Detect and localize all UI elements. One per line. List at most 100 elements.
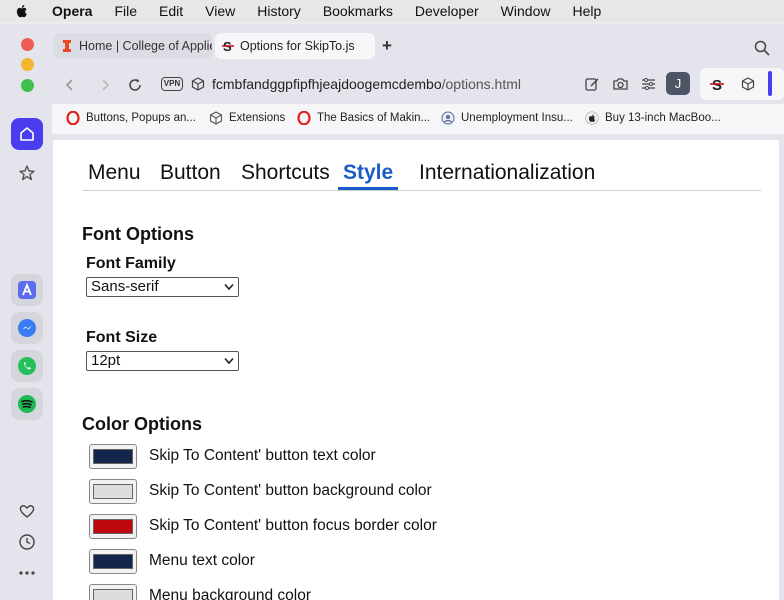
messenger-icon (18, 319, 36, 337)
pinboard-sidebar-button[interactable] (11, 157, 43, 189)
star-outline-icon (19, 165, 35, 181)
skipto-favicon-icon: S (222, 39, 234, 53)
aria-sidebar-button[interactable] (11, 274, 43, 306)
tab-button[interactable]: Button (155, 160, 226, 190)
bookmark-item[interactable]: Extensions (209, 111, 285, 125)
color-picker-button[interactable] (89, 583, 137, 600)
opera-icon (297, 111, 311, 125)
tab-strip: Home | College of Applie S Options for S… (52, 30, 784, 60)
extensions-tray: S (700, 68, 784, 100)
spotify-icon (18, 395, 36, 413)
zoom-window-button[interactable] (21, 79, 34, 92)
address-toolbar: VPN fcmbfandggpfipfhjeajdoogemcdembo/opt… (52, 68, 784, 102)
font-family-value: Sans-serif (91, 278, 159, 295)
bookmark-item[interactable]: Buttons, Popups an... (66, 111, 196, 125)
sidebar-toggle-indicator[interactable] (768, 71, 772, 96)
color-picker-button[interactable] (89, 478, 137, 504)
skipto-extension-icon[interactable]: S (709, 76, 725, 92)
chevron-right-icon (102, 79, 110, 91)
whatsapp-sidebar-button[interactable] (11, 350, 43, 382)
bookmark-item[interactable]: Unemployment Insu... (441, 111, 573, 125)
bookmark-label: Buttons, Popups an... (86, 112, 196, 124)
options-page: Menu Button Shortcuts Style Internationa… (53, 140, 779, 600)
heart-icon (19, 505, 35, 518)
easy-setup-icon[interactable] (641, 77, 656, 91)
bookmark-item[interactable]: Buy 13-inch MacBoo... (585, 111, 721, 125)
color-picker-button[interactable] (89, 548, 137, 574)
bookmark-label: Extensions (229, 112, 286, 124)
vpn-badge[interactable]: VPN (161, 77, 183, 91)
ellipsis-icon (19, 571, 35, 575)
color-option-label: Skip To Content' button focus border col… (149, 517, 437, 534)
color-swatch (93, 588, 133, 600)
menu-help[interactable]: Help (572, 3, 601, 19)
color-picker-button[interactable] (89, 513, 137, 539)
color-swatch (93, 553, 133, 569)
back-button[interactable] (60, 75, 80, 95)
menu-developer[interactable]: Developer (415, 3, 479, 19)
extensions-cube-icon[interactable] (741, 77, 755, 91)
chevron-down-icon (224, 357, 234, 365)
illinois-favicon-icon (63, 40, 71, 52)
menu-window[interactable]: Window (501, 3, 551, 19)
menu-app-name[interactable]: Opera (52, 3, 92, 19)
tab-skipto-options[interactable]: S Options for SkipTo.js (215, 33, 375, 59)
color-option-label: Skip To Content' button text color (149, 447, 376, 464)
extension-cube-icon[interactable] (191, 77, 205, 91)
bookmark-label: Unemployment Insu... (461, 112, 573, 124)
cube-icon (209, 111, 223, 125)
tab-shortcuts[interactable]: Shortcuts (236, 160, 335, 190)
bookmark-label: The Basics of Makin... (317, 112, 431, 124)
bookmark-item[interactable]: The Basics of Makin... (297, 111, 430, 125)
address-bar[interactable]: fcmbfandggpfipfhjeajdoogemcdembo/options… (212, 76, 521, 92)
opera-icon (66, 111, 80, 125)
home-sidebar-button[interactable] (11, 118, 43, 150)
font-options-heading: Font Options (82, 224, 194, 244)
font-size-label: Font Size (86, 329, 158, 346)
gov-seal-icon (441, 111, 455, 125)
browser-window: Home | College of Applie S Options for S… (0, 24, 784, 600)
apple-icon (585, 111, 599, 125)
color-swatch (93, 518, 133, 534)
edit-page-icon[interactable] (584, 76, 600, 92)
whatsapp-icon (18, 357, 36, 375)
tab-menu[interactable]: Menu (83, 160, 146, 190)
opera-sidebar (0, 24, 52, 600)
menu-view[interactable]: View (205, 3, 235, 19)
chevron-down-icon (224, 283, 234, 291)
tab-internationalization[interactable]: Internationalization (414, 160, 600, 190)
messenger-sidebar-button[interactable] (11, 312, 43, 344)
reload-button[interactable] (125, 75, 145, 95)
tab-style[interactable]: Style (338, 160, 399, 190)
bookmark-label: Buy 13-inch MacBoo... (605, 112, 721, 124)
color-option-row: Menu background color (89, 583, 311, 600)
clock-icon (19, 534, 35, 550)
home-icon (20, 127, 34, 141)
profile-avatar-button[interactable]: J (666, 72, 690, 95)
color-option-row: Skip To Content' button focus border col… (89, 513, 437, 539)
spotify-sidebar-button[interactable] (11, 388, 43, 420)
favorites-sidebar-button[interactable] (11, 495, 43, 527)
close-window-button[interactable] (21, 38, 34, 51)
snapshot-camera-icon[interactable] (612, 76, 629, 92)
color-options-heading: Color Options (82, 414, 202, 434)
font-family-select[interactable]: Sans-serif (86, 277, 239, 297)
color-option-label: Menu background color (149, 587, 311, 600)
menu-history[interactable]: History (257, 3, 301, 19)
color-picker-button[interactable] (89, 443, 137, 469)
menu-file[interactable]: File (114, 3, 137, 19)
apple-menu-icon[interactable] (14, 3, 30, 19)
tab-college[interactable]: Home | College of Applie (54, 33, 212, 59)
font-size-select[interactable]: 12pt (86, 351, 239, 371)
forward-button[interactable] (95, 75, 115, 95)
search-tabs-icon[interactable] (754, 40, 770, 56)
menu-edit[interactable]: Edit (159, 3, 183, 19)
more-sidebar-button[interactable] (11, 557, 43, 589)
color-option-label: Menu text color (149, 552, 255, 569)
menu-bookmarks[interactable]: Bookmarks (323, 3, 393, 19)
history-sidebar-button[interactable] (11, 526, 43, 558)
color-swatch (93, 448, 133, 464)
color-option-row: Skip To Content' button background color (89, 478, 432, 504)
minimize-window-button[interactable] (21, 58, 34, 71)
new-tab-button[interactable]: + (382, 36, 392, 56)
